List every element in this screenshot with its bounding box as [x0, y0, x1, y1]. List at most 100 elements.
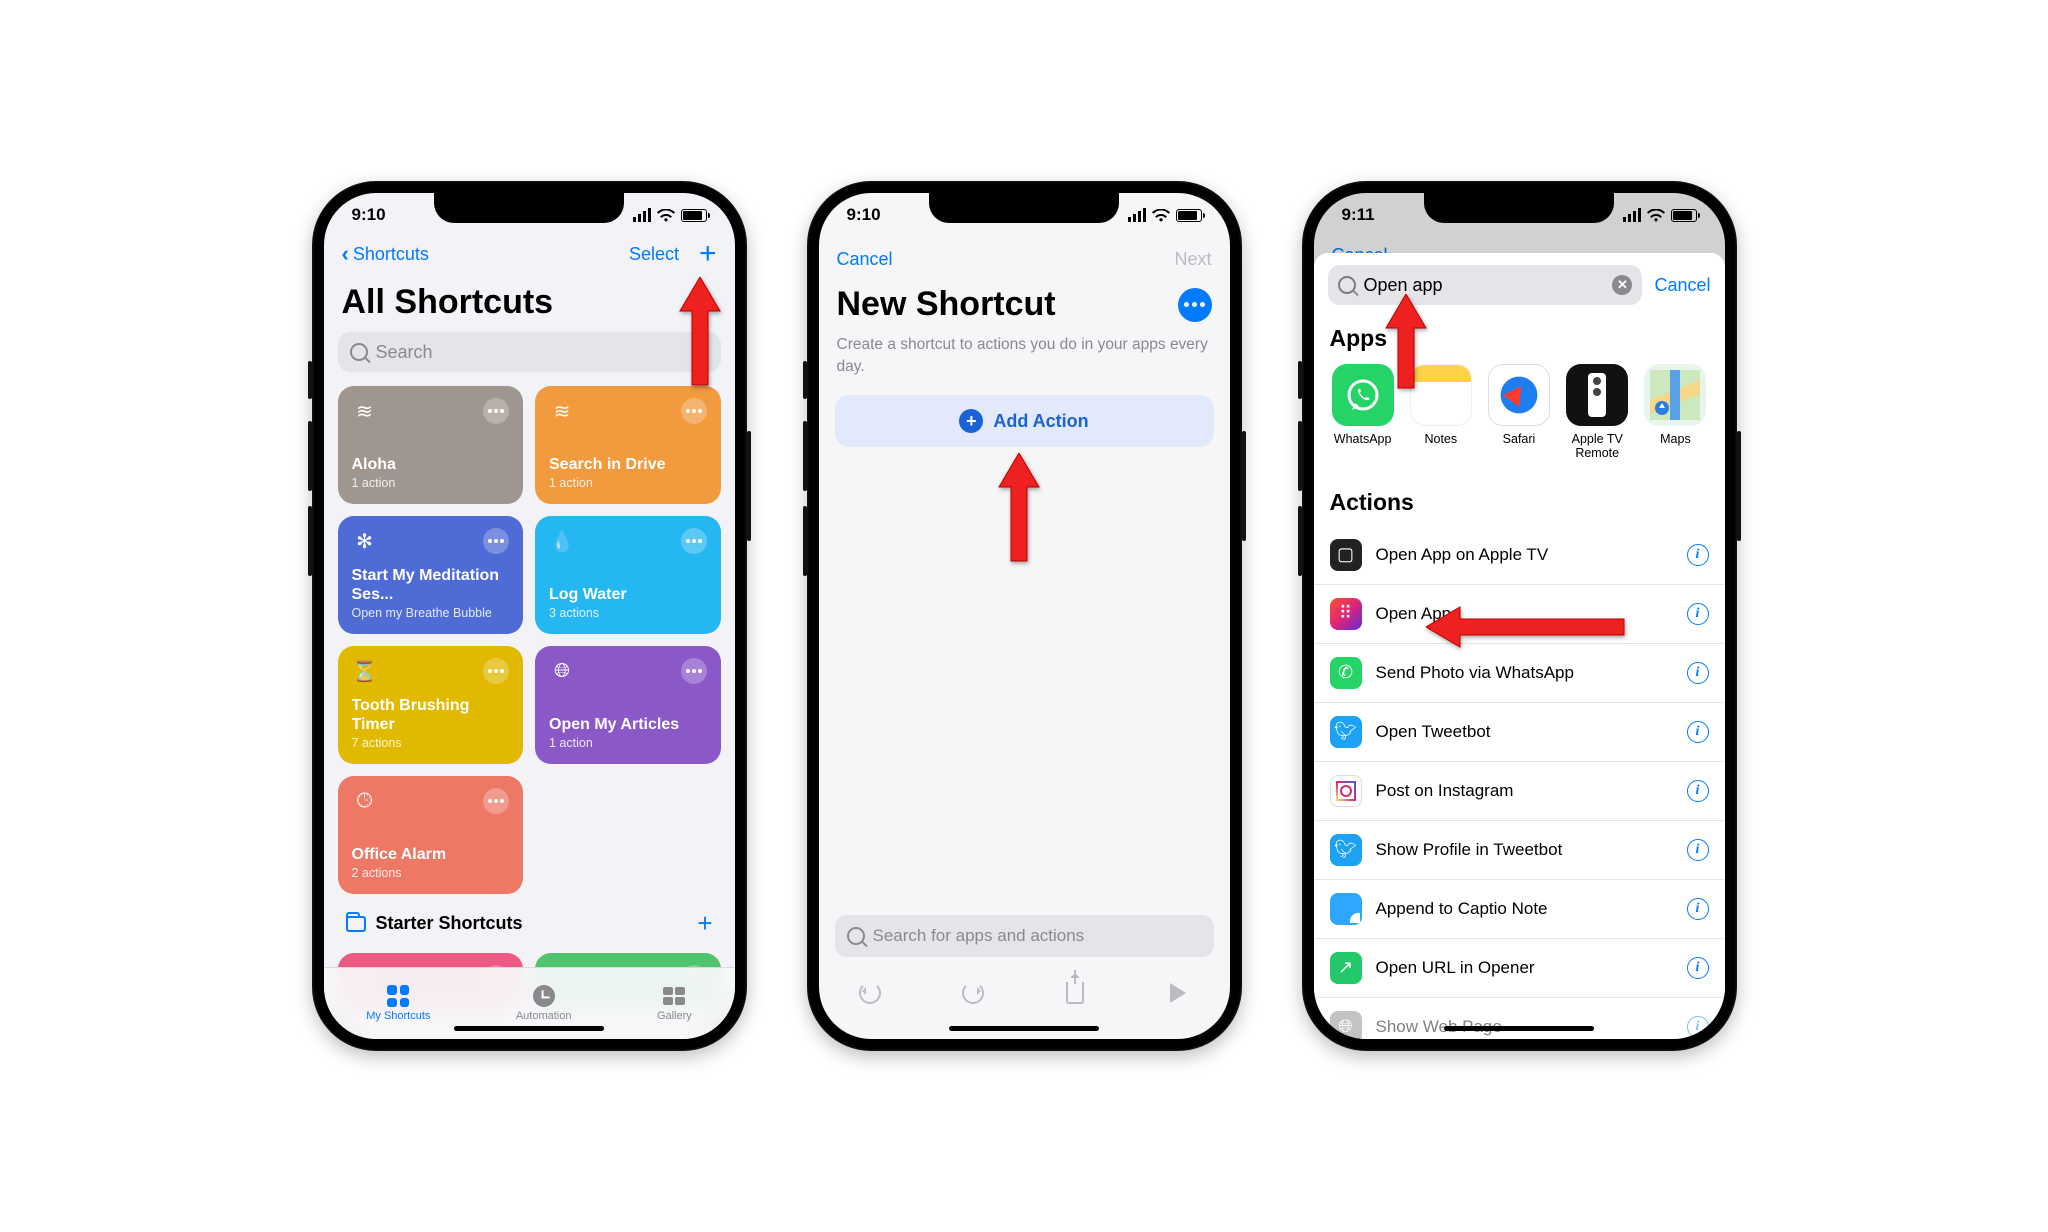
more-icon[interactable] — [483, 398, 509, 424]
action-show-profile-tweetbot[interactable]: 🐦︎Show Profile in Tweetboti — [1314, 821, 1725, 880]
info-icon[interactable]: i — [1687, 603, 1709, 625]
page-description: Create a shortcut to actions you do in y… — [819, 328, 1230, 395]
search-value: Open app — [1364, 275, 1605, 296]
action-search-input[interactable]: Open app ✕ — [1328, 265, 1643, 305]
signal-icon — [633, 208, 651, 222]
wifi-icon — [657, 209, 675, 222]
info-icon[interactable]: i — [1687, 839, 1709, 861]
actions-header: Actions — [1314, 479, 1725, 526]
whatsapp-icon: ✆ — [1330, 657, 1362, 689]
cancel-button[interactable]: Cancel — [837, 249, 893, 270]
clear-search-button[interactable]: ✕ — [1612, 275, 1632, 295]
cancel-button[interactable]: Cancel — [1654, 275, 1710, 296]
undo-button[interactable] — [857, 980, 883, 1006]
tile-sub: Open my Breathe Bubble — [352, 606, 510, 620]
hourglass-icon: ⏳ — [352, 658, 378, 684]
search-icon — [350, 343, 368, 361]
tab-automation[interactable]: Automation — [516, 985, 572, 1022]
more-icon[interactable] — [483, 658, 509, 684]
more-icon[interactable] — [483, 788, 509, 814]
shortcut-tile-office-alarm[interactable]: 🕒︎ Office Alarm2 actions — [338, 776, 524, 894]
action-append-captio[interactable]: Append to Captio Notei — [1314, 880, 1725, 939]
folder-add-button[interactable]: + — [697, 908, 712, 939]
action-open-url-opener[interactable]: ↗Open URL in Openeri — [1314, 939, 1725, 998]
more-icon[interactable] — [483, 528, 509, 554]
maps-icon — [1644, 364, 1706, 426]
more-icon[interactable] — [681, 398, 707, 424]
add-shortcut-button[interactable]: + — [699, 245, 717, 263]
folder-icon — [346, 916, 366, 932]
tutorial-arrow-up-icon — [678, 277, 722, 387]
info-icon[interactable]: i — [1687, 662, 1709, 684]
drop-icon: 💧 — [549, 528, 575, 554]
info-icon[interactable]: i — [1687, 1016, 1709, 1038]
action-open-app-apple-tv[interactable]: ▢Open App on Apple TVi — [1314, 526, 1725, 585]
action-search-input[interactable]: Search for apps and actions — [835, 915, 1214, 957]
search-input[interactable]: Search — [338, 332, 721, 372]
tile-title: Open My Articles — [549, 715, 707, 734]
folder-row[interactable]: Starter Shortcuts + — [324, 894, 735, 947]
next-button[interactable]: Next — [1174, 249, 1211, 270]
action-show-web-page[interactable]: 🌐︎Show Web Pagei — [1314, 998, 1725, 1039]
add-action-button[interactable]: + Add Action — [835, 395, 1214, 447]
tile-title: Tooth Brushing Timer — [352, 696, 510, 734]
tile-title: Aloha — [352, 455, 510, 474]
apple-tv-icon: ▢ — [1330, 539, 1362, 571]
clock-icon: 🕒︎ — [352, 788, 378, 814]
back-label: Shortcuts — [353, 244, 429, 265]
phone-3: 9:11 Cancel Open app ✕ Cancel Apps — [1302, 181, 1737, 1051]
stack-icon: ≋ — [549, 398, 575, 424]
bottom-toolbar — [819, 965, 1230, 1021]
redo-button[interactable] — [960, 980, 986, 1006]
shortcut-tile-meditation[interactable]: ✻ Start My Meditation Ses...Open my Brea… — [338, 516, 524, 634]
more-icon[interactable] — [681, 528, 707, 554]
info-icon[interactable]: i — [1687, 957, 1709, 979]
action-post-instagram[interactable]: Post on Instagrami — [1314, 762, 1725, 821]
plus-circle-icon: + — [959, 409, 983, 433]
shortcut-tile-log-water[interactable]: 💧 Log Water 3 actions — [535, 516, 721, 634]
shortcut-tile-tooth-timer[interactable]: ⏳ Tooth Brushing Timer 7 actions — [338, 646, 524, 764]
tile-sub: 7 actions — [352, 736, 510, 750]
captio-icon — [1330, 893, 1362, 925]
action-send-photo-whatsapp[interactable]: ✆Send Photo via WhatsAppi — [1314, 644, 1725, 703]
status-time: 9:10 — [847, 205, 881, 225]
action-open-tweetbot[interactable]: 🐦︎Open Tweetboti — [1314, 703, 1725, 762]
home-indicator[interactable] — [949, 1026, 1099, 1031]
run-button[interactable] — [1165, 980, 1191, 1006]
back-button[interactable]: ‹ Shortcuts — [342, 243, 429, 265]
tutorial-arrow-up-icon — [1384, 294, 1428, 390]
tile-sub: 2 actions — [352, 866, 510, 880]
tutorial-arrow-up-icon — [997, 453, 1041, 563]
info-icon[interactable]: i — [1687, 544, 1709, 566]
globe-icon: 🌐︎ — [549, 658, 575, 684]
share-button[interactable] — [1062, 980, 1088, 1006]
more-icon[interactable] — [681, 658, 707, 684]
tile-sub: 1 action — [549, 476, 707, 490]
stack-icon: ≋ — [352, 398, 378, 424]
app-safari[interactable]: Safari — [1484, 364, 1554, 461]
app-maps[interactable]: Maps — [1640, 364, 1710, 461]
battery-icon — [681, 209, 707, 222]
info-icon[interactable]: i — [1687, 721, 1709, 743]
home-indicator[interactable] — [1444, 1026, 1594, 1031]
tile-title: Start My Meditation Ses... — [352, 566, 510, 604]
tile-title: Log Water — [549, 585, 707, 604]
tile-sub: 1 action — [352, 476, 510, 490]
select-button[interactable]: Select — [629, 244, 679, 265]
tile-sub: 3 actions — [549, 606, 707, 620]
info-icon[interactable]: i — [1687, 780, 1709, 802]
app-appletv-remote[interactable]: Apple TV Remote — [1562, 364, 1632, 461]
apps-header: Apps — [1314, 315, 1725, 362]
status-time: 9:10 — [352, 205, 386, 225]
info-icon[interactable]: i — [1687, 898, 1709, 920]
tab-my-shortcuts[interactable]: My Shortcuts — [366, 985, 430, 1022]
apple-tv-remote-icon — [1566, 364, 1628, 426]
phone-1: 9:10 ‹ Shortcuts Select + All Shortcuts — [312, 181, 747, 1051]
home-indicator[interactable] — [454, 1026, 604, 1031]
shortcut-tile-search-drive[interactable]: ≋ Search in Drive1 action — [535, 386, 721, 504]
wifi-icon — [1152, 209, 1170, 222]
shortcut-tile-aloha[interactable]: ≋ Aloha 1 action — [338, 386, 524, 504]
shortcut-tile-articles[interactable]: 🌐︎ Open My Articles1 action — [535, 646, 721, 764]
tab-gallery[interactable]: Gallery — [657, 985, 692, 1022]
settings-button[interactable] — [1178, 288, 1212, 322]
